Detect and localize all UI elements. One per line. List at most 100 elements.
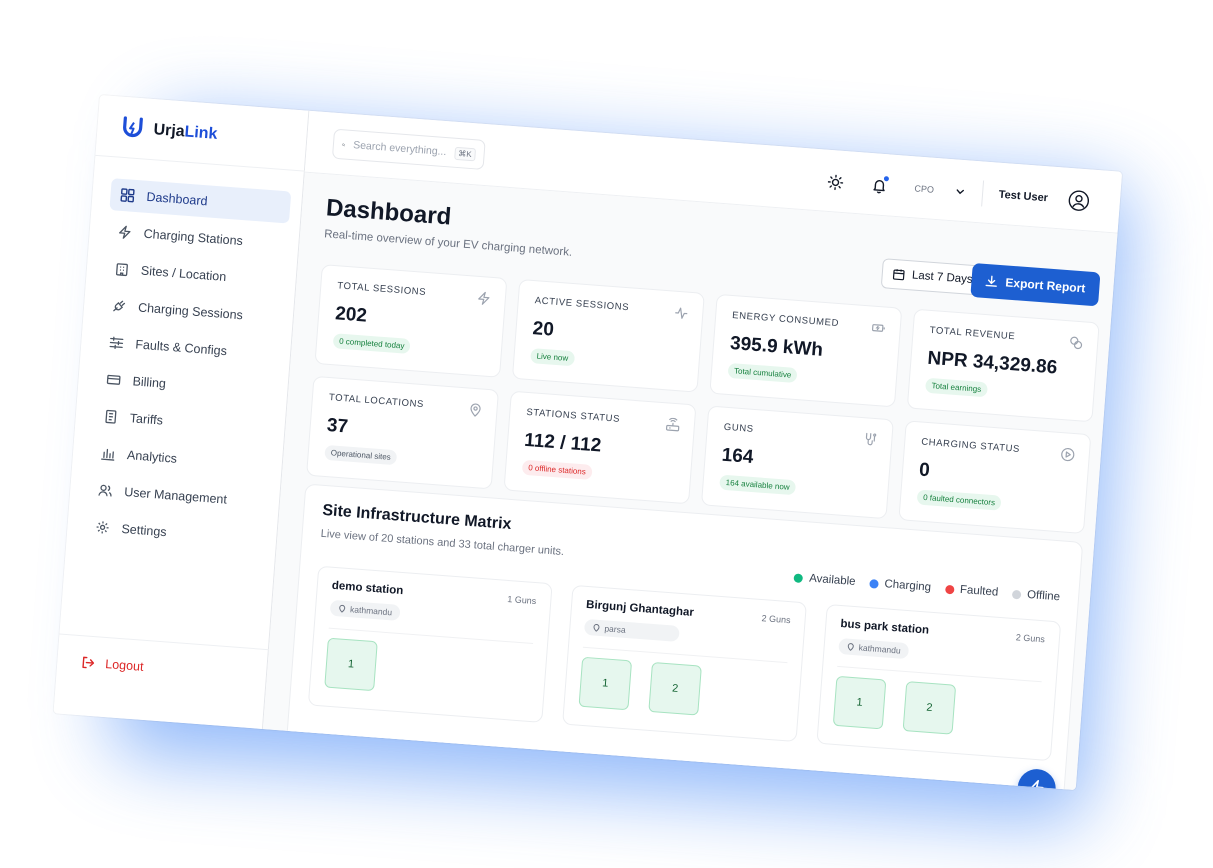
- status-dot: [944, 584, 955, 594]
- map-pin-icon: [470, 403, 481, 417]
- credit-card-icon: [106, 374, 121, 385]
- stat-label: CHARGING STATUS: [920, 436, 1021, 455]
- date-range-button[interactable]: Last 7 Days: [880, 258, 985, 296]
- map-pin-icon: [339, 604, 346, 613]
- gun-list: 1: [324, 637, 378, 692]
- stat-card-charging-status[interactable]: CHARGING STATUS 0 0 faulted connectors: [898, 420, 1092, 535]
- sidebar-item-label: User Management: [123, 484, 228, 507]
- stat-card-energy-consumed[interactable]: ENERGY CONSUMED 395.9 kWh Total cumulati…: [709, 293, 903, 408]
- gun-tile-available[interactable]: 1: [324, 637, 378, 692]
- router-icon: [665, 417, 680, 432]
- coins-icon: [1070, 336, 1083, 350]
- stat-label: STATIONS STATUS: [525, 406, 621, 425]
- stat-label: TOTAL SESSIONS: [336, 280, 427, 298]
- connector-icon: [865, 432, 877, 446]
- status-legend: Available Charging Faulted Offline: [793, 571, 1060, 603]
- stat-label: TOTAL REVENUE: [929, 324, 1016, 343]
- page-title: Dashboard: [325, 194, 453, 231]
- stat-value: 0: [918, 459, 931, 482]
- date-range-label: Last 7 Days: [911, 269, 974, 286]
- legend-item-charging: Charging: [869, 577, 931, 594]
- user-name[interactable]: Test User: [998, 189, 1048, 205]
- stat-badge: Operational sites: [324, 444, 398, 466]
- role-selector[interactable]: CPO: [914, 183, 934, 194]
- brand-logo[interactable]: UrjaLink: [119, 115, 219, 148]
- stat-value: 202: [334, 303, 368, 327]
- notifications-button[interactable]: [862, 170, 898, 200]
- logout-button[interactable]: Logout: [81, 655, 144, 674]
- gun-tile-available[interactable]: 1: [832, 675, 887, 730]
- sidebar-item-label: Settings: [121, 521, 168, 540]
- station-gun-count: 1 Guns: [506, 593, 537, 607]
- gun-tile-available[interactable]: 1: [578, 656, 633, 711]
- dashboard-icon: [120, 188, 135, 203]
- activity-icon: [675, 307, 688, 319]
- station-name: Birgunj Ghantaghar: [585, 598, 695, 619]
- gear-icon: [96, 521, 109, 534]
- sidebar-item-label: Sites / Location: [140, 263, 227, 284]
- stat-badge: 164 available now: [719, 474, 797, 496]
- stat-card-total-locations[interactable]: TOTAL LOCATIONS 37 Operational sites: [306, 375, 500, 490]
- legend-item-available: Available: [793, 571, 856, 588]
- section-subtitle: Live view of 20 stations and 33 total ch…: [320, 527, 565, 559]
- theme-toggle-button[interactable]: [818, 167, 854, 197]
- users-icon: [98, 484, 112, 497]
- logout-label: Logout: [104, 657, 145, 674]
- gun-list: 1 2: [832, 675, 957, 735]
- sidebar-item-label: Tariffs: [129, 411, 164, 428]
- station-gun-count: 2 Guns: [761, 613, 791, 626]
- sidebar-nav: Dashboard Charging Stations Sites / Loca…: [84, 178, 292, 560]
- status-dot: [869, 578, 879, 589]
- station-card[interactable]: bus park station 2 Guns kathmandu 1 2: [816, 603, 1062, 762]
- station-name: bus park station: [839, 618, 930, 637]
- export-report-button[interactable]: Export Report: [970, 262, 1101, 307]
- sidebar-item-label: Billing: [132, 374, 167, 391]
- gun-tile-available[interactable]: 2: [902, 681, 957, 735]
- location-chip: parsa: [583, 618, 680, 642]
- search-placeholder: Search everything...: [352, 139, 447, 159]
- sliders-icon: [109, 336, 124, 349]
- stat-value: NPR 34,329.86: [926, 347, 1058, 379]
- stat-badge: Total earnings: [925, 377, 988, 398]
- stat-badge: 0 faulted connectors: [916, 489, 1002, 511]
- divider: [980, 180, 984, 207]
- stat-badge: Live now: [530, 348, 575, 367]
- gun-tile-available[interactable]: 2: [648, 661, 702, 716]
- stat-card-guns[interactable]: GUNS 164 164 available now: [700, 405, 894, 520]
- stat-card-active-sessions[interactable]: ACTIVE SESSIONS 20 Live now: [511, 278, 705, 393]
- status-dot: [1011, 589, 1022, 599]
- station-card[interactable]: demo station 1 Guns kathmandu 1: [307, 565, 553, 723]
- stat-card-stations-status[interactable]: STATIONS STATUS 112 / 112 0 offline stat…: [503, 390, 697, 505]
- sidebar-item-label: Charging Sessions: [137, 300, 244, 323]
- plug-logo-icon: [123, 116, 143, 138]
- sidebar-item-label: Analytics: [126, 448, 178, 466]
- stat-card-total-sessions[interactable]: TOTAL SESSIONS 202 0 completed today: [314, 264, 508, 378]
- map-pin-icon: [847, 643, 854, 652]
- location-chip: kathmandu: [329, 599, 401, 621]
- bolt-icon: [119, 225, 131, 239]
- stat-value: 37: [326, 414, 349, 438]
- map-pin-icon: [593, 624, 600, 632]
- sun-icon: [827, 174, 844, 191]
- stat-label: GUNS: [723, 421, 755, 435]
- page-subtitle: Real-time overview of your EV charging n…: [323, 228, 573, 259]
- header-actions: CPO Test User: [818, 167, 1091, 215]
- play-circle-icon: [1061, 447, 1075, 462]
- stat-label: TOTAL LOCATIONS: [328, 392, 425, 411]
- download-icon: [985, 275, 997, 287]
- stat-badge: Total cumulative: [727, 362, 798, 384]
- divider: [59, 633, 269, 651]
- stat-value: 20: [531, 318, 555, 341]
- gun-list: 1 2: [578, 656, 702, 716]
- building-icon: [115, 263, 128, 277]
- user-avatar-icon[interactable]: [1067, 189, 1091, 213]
- sidebar-item-settings[interactable]: Settings: [84, 510, 266, 555]
- sidebar-item-label: Dashboard: [145, 189, 209, 209]
- status-dot: [793, 572, 804, 583]
- stat-card-total-revenue[interactable]: TOTAL REVENUE NPR 34,329.86 Total earnin…: [906, 308, 1100, 423]
- stat-value: 164: [720, 444, 755, 468]
- station-card[interactable]: Birgunj Ghantaghar 2 Guns parsa 1 2: [562, 584, 807, 743]
- legend-item-offline: Offline: [1011, 588, 1060, 603]
- chevron-down-icon[interactable]: [953, 185, 966, 198]
- search-input[interactable]: Search everything... ⌘K: [331, 128, 486, 170]
